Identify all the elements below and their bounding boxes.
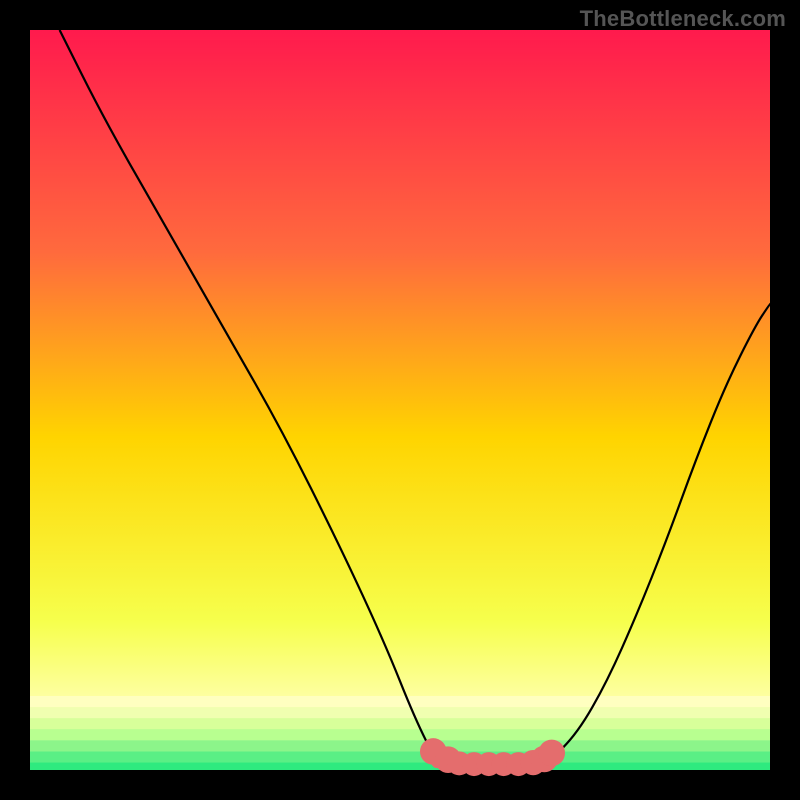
- plot-gradient-background: [30, 30, 770, 770]
- watermark-text: TheBottleneck.com: [580, 6, 786, 32]
- marker-dot: [538, 740, 565, 767]
- bottleneck-chart: [0, 0, 800, 800]
- bottom-color-bands: [30, 696, 770, 770]
- chart-frame: { "watermark": "TheBottleneck.com", "col…: [0, 0, 800, 800]
